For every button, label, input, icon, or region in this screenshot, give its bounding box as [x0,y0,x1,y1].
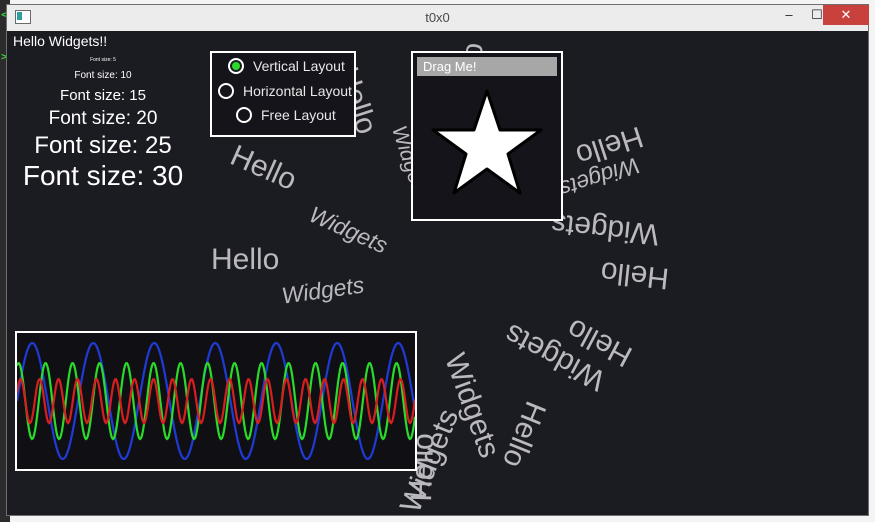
app-window: t0x0 – ☐ ✕ Hello Widgets Hello Widgets H… [6,4,869,516]
radio-free-layout[interactable]: Free Layout [236,107,336,124]
widgets-canvas: Hello Widgets Hello Widgets Hello Widget… [7,31,868,515]
ghost-hello: Hello [211,243,280,276]
font-size-label: Font size: 5 [90,57,116,63]
close-button[interactable]: ✕ [823,5,869,25]
layout-radio-group: Vertical Layout Horizontal Layout Free L… [210,51,356,137]
font-size-label: Font size: 20 [48,108,158,129]
radio-unselected-icon [218,83,234,100]
radio-label: Horizontal Layout [243,83,352,99]
ghost-hello: Hello [225,139,302,197]
font-size-label: Font size: 10 [74,70,132,81]
ghost-hello: Hello [598,255,671,295]
radio-selected-icon [228,58,244,75]
ghost-widgets: Widgets [549,206,661,251]
radio-horizontal-layout[interactable]: Horizontal Layout [218,83,352,100]
minimize-button[interactable]: – [775,5,803,25]
ghost-widgets: Widgets [305,201,392,259]
ghost-widgets: Widgets [280,271,366,309]
ghost-hello: Hello [495,396,552,473]
font-size-label: Font size: 25 [34,132,172,159]
radio-label: Vertical Layout [253,58,345,74]
hello-widgets-label: Hello Widgets!! [13,33,108,49]
radio-label: Free Layout [261,107,336,123]
waveform-plot [17,341,415,461]
font-size-label: Font size: 30 [22,160,184,191]
title-bar[interactable]: t0x0 – ☐ ✕ [7,5,869,31]
radio-unselected-icon [236,107,252,124]
radio-vertical-layout[interactable]: Vertical Layout [228,58,345,75]
drag-panel[interactable]: Drag Me! [411,51,563,221]
window-title: t0x0 [425,10,450,25]
font-size-label: Font size: 15 [60,87,146,104]
waveform-panel [15,331,417,471]
star-icon [431,89,543,195]
